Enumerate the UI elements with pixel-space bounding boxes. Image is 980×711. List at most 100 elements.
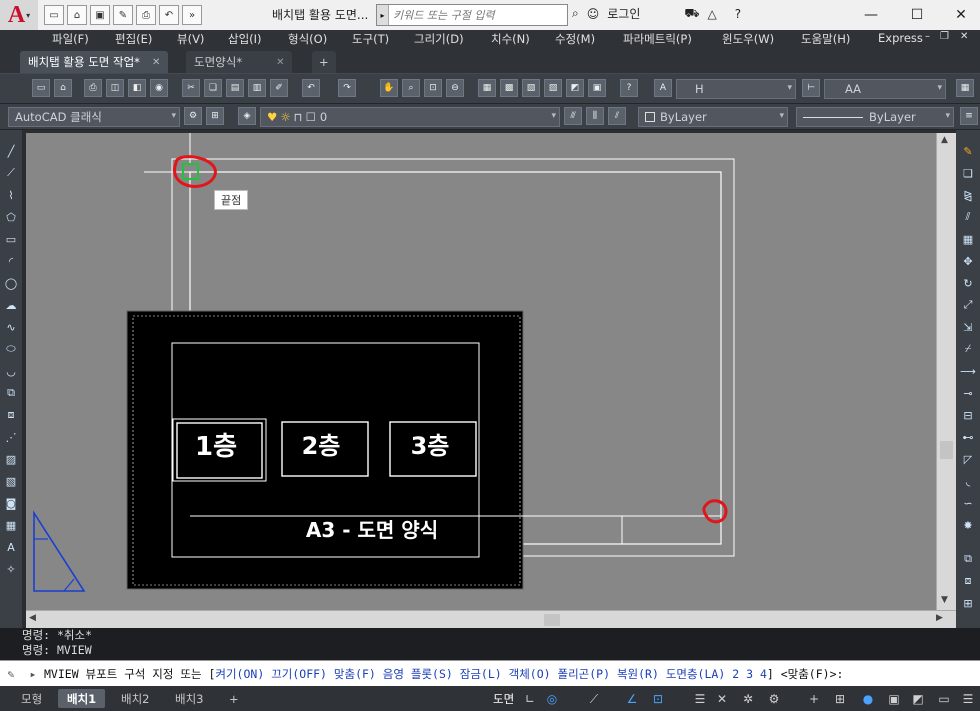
move-icon[interactable]: ✥ [959,252,977,270]
scrollbar-thumb[interactable] [544,614,560,626]
workspace-settings-icon[interactable]: ⊞ [206,107,224,125]
redo-icon[interactable]: ↷ [338,79,356,97]
menu-file[interactable]: 파일(F) [52,31,89,47]
doc-restore-icon[interactable]: ❐ [940,31,949,42]
break-icon[interactable]: ⊟ [959,406,977,424]
option-off[interactable]: 끄기(OFF) [271,667,327,681]
units-icon[interactable]: ⊞ [830,689,850,709]
command-prompt-icon[interactable]: ▸ [22,667,44,681]
tool-palettes-icon[interactable]: ▧ [522,79,540,97]
option-fit[interactable]: 맞춤(F) [334,667,376,681]
menu-draw[interactable]: 그리기(D) [414,31,464,47]
cart-icon[interactable]: ⛟ [684,6,699,22]
object-snap-icon[interactable]: ⊡ [648,689,668,709]
save-as-icon[interactable]: ✎ [113,5,133,25]
menu-window[interactable]: 윈도우(W) [722,31,774,47]
menu-edit[interactable]: 편집(E) [115,31,152,47]
match-properties-icon[interactable]: ✐ [270,79,288,97]
chevron-right-icon[interactable]: ▶ [936,613,943,623]
make-block-icon[interactable]: ⧈ [2,406,20,424]
chamfer-icon[interactable]: ◸ [959,450,977,468]
cut-icon[interactable]: ✂ [182,79,200,97]
text-style-select[interactable]: H ▾ [676,79,796,99]
menu-format[interactable]: 형식(O) [288,31,327,47]
copy-icon[interactable]: ❏ [204,79,222,97]
option-restore[interactable]: 복원(R) [617,667,659,681]
group-icon[interactable]: ⧈ [959,572,977,590]
array-icon[interactable]: ▦ [959,230,977,248]
close-button[interactable]: ✕ [938,0,980,30]
option-layer[interactable]: 도면층(LA) [666,667,725,681]
layer-states-icon[interactable]: ⫽ [608,107,626,125]
search-box[interactable]: ▸ [376,4,568,26]
new-icon[interactable]: ▭ [32,79,50,97]
vertical-scrollbar[interactable]: ▲ ▼ [936,133,956,610]
explode-icon[interactable]: ✸ [959,516,977,534]
option-shade-plot[interactable]: 음영 플롯(S) [383,667,453,681]
maximize-button[interactable]: ☐ [894,0,940,30]
dim-style-icon[interactable]: ⊢ [802,79,820,97]
undo-icon[interactable]: ↶ [302,79,320,97]
hatch-icon[interactable]: ▨ [2,450,20,468]
help-icon[interactable]: ? [620,79,638,97]
chevron-up-icon[interactable]: ▲ [941,135,948,145]
user-icon[interactable]: ☺ [587,7,600,21]
sheet-set-icon[interactable]: ▨ [544,79,562,97]
dim-style-select[interactable]: AA ▾ [824,79,946,99]
extend-icon[interactable]: ⟶ [959,362,977,380]
tab-drawing-form[interactable]: 도면양식* ✕ [186,51,293,73]
clean-screen-icon[interactable]: ◩ [908,689,928,709]
tab-layout1[interactable]: 배치1 [58,689,106,708]
join-icon[interactable]: ⊷ [959,428,977,446]
mirror-icon[interactable]: ⧎ [959,186,977,204]
option-3[interactable]: 3 [746,667,753,681]
paper-space-toggle[interactable]: 도면 [484,689,523,708]
publish-icon[interactable]: ◧ [128,79,146,97]
minimize-button[interactable]: — [848,0,894,30]
scrollbar-thumb[interactable] [940,441,953,459]
open-icon[interactable]: ⌂ [54,79,72,97]
option-4[interactable]: 4 [760,667,767,681]
menu-dimension[interactable]: 치수(N) [491,31,530,47]
object-snap-tracking-icon[interactable]: ∠ [622,689,642,709]
option-lock[interactable]: 잠금(L) [460,667,502,681]
design-center-icon[interactable]: ▩ [500,79,518,97]
revision-cloud-icon[interactable]: ☁ [2,296,20,314]
menu-help[interactable]: 도움말(H) [801,31,850,47]
polygon-icon[interactable]: ⬠ [2,208,20,226]
menu-express[interactable]: Express [878,31,923,45]
draw-order-icon[interactable]: ⧉ [959,550,977,568]
rectangle-icon[interactable]: ▭ [2,230,20,248]
snap-mode-icon[interactable]: ∟ [520,689,540,709]
zoom-window-icon[interactable]: ⊡ [424,79,442,97]
workspace-switch-icon[interactable]: ⚙ [764,689,784,709]
trim-icon[interactable]: ⌿ [959,340,977,358]
menu-insert[interactable]: 삽입(I) [228,31,262,47]
horizontal-scrollbar[interactable]: ◀ ▶ [26,610,956,628]
option-2[interactable]: 2 [732,667,739,681]
ungroup-icon[interactable]: ⊞ [959,594,977,612]
layer-properties-icon[interactable]: ◈ [238,107,256,125]
fillet-icon[interactable]: ◟ [959,472,977,490]
plus-icon[interactable]: + [804,689,824,709]
drawing-canvas[interactable]: 1층 2층 3층 A3 - 도면 양식 끝점 [26,133,936,610]
application-menu-button[interactable]: A ▾ [0,0,38,30]
offset-icon[interactable]: ⫽ [959,208,977,226]
command-line[interactable]: ✎ ▸ MVIEW 뷰포트 구석 지정 또는 [켜기(ON) 끄기(OFF) 맞… [0,660,980,686]
multiline-text-icon[interactable]: A [2,538,20,556]
erase-icon[interactable]: ✎ [959,142,977,160]
markup-icon[interactable]: ◩ [566,79,584,97]
autodesk-app-icon[interactable]: △ [707,7,716,21]
arc-icon[interactable]: ◜ [2,252,20,270]
hardware-acceleration-icon[interactable]: ▣ [884,689,904,709]
plot-icon[interactable]: ⎙ [84,79,102,97]
calculator-icon[interactable]: ▣ [588,79,606,97]
circle-icon[interactable]: ◯ [2,274,20,292]
break-at-point-icon[interactable]: ⊸ [959,384,977,402]
region-icon[interactable]: ◙ [2,494,20,512]
wrench-icon[interactable]: ✎ [0,667,22,681]
make-current-layer-icon[interactable]: ⫻ [564,107,582,125]
undo-icon[interactable]: ↶ [159,5,179,25]
tab-layout-work[interactable]: 배치탭 활용 도면 작업* ✕ [20,51,169,73]
add-layout-button[interactable]: + [220,689,248,708]
